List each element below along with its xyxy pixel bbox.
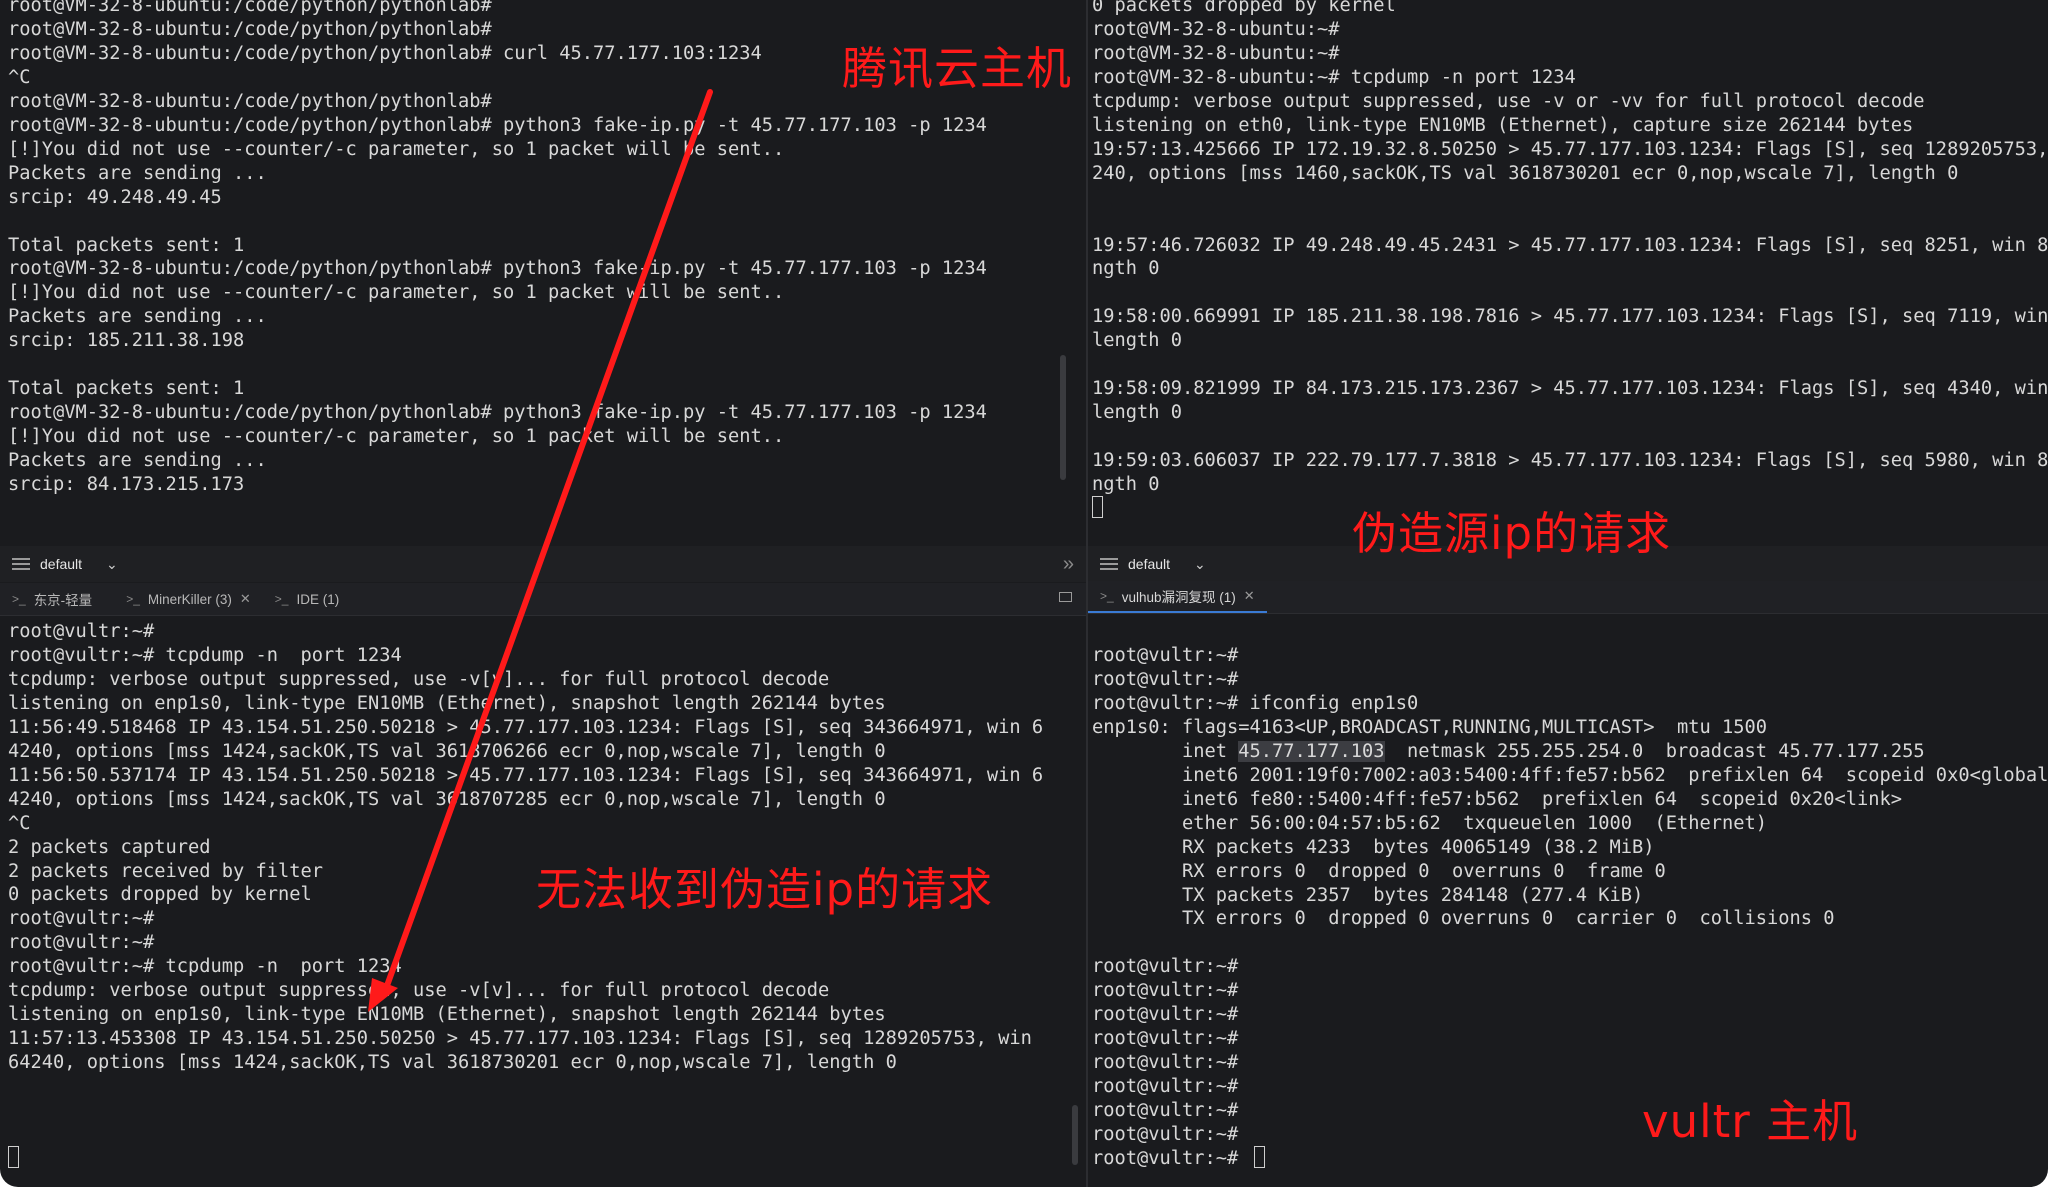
inet-suffix: netmask 255.255.254.0 broadcast 45.77.17… bbox=[1384, 740, 1925, 762]
terminal-bottom-right[interactable]: root@vultr:~# root@vultr:~# root@vultr:~… bbox=[1092, 644, 2048, 1184]
last-prompt: root@vultr:~# bbox=[1092, 1148, 1250, 1170]
close-icon[interactable]: ✕ bbox=[1244, 588, 1255, 604]
tab-ide[interactable]: >_ IDE (1) bbox=[263, 583, 351, 615]
annotation-tencent-host: 腾讯云主机 bbox=[842, 42, 1073, 95]
annotation-vultr-host: vultr 主机 bbox=[1642, 1095, 1859, 1148]
profile-label[interactable]: default bbox=[1128, 556, 1170, 572]
menu-icon[interactable] bbox=[12, 558, 30, 570]
terminal-output: root@vultr:~# root@vultr:~# tcpdump -n p… bbox=[8, 621, 1044, 1074]
terminal-icon: >_ bbox=[1100, 589, 1114, 603]
terminal-icon: >_ bbox=[12, 592, 26, 606]
terminal-cursor bbox=[1092, 496, 1103, 518]
pane-divider[interactable] bbox=[1086, 0, 1088, 1187]
scrollbar[interactable] bbox=[1060, 355, 1066, 480]
close-icon[interactable]: ✕ bbox=[240, 591, 251, 607]
annotation-spoofed-request: 伪造源ip的请求 bbox=[1352, 507, 1672, 560]
tab-bar-right: >_ vulhub漏洞复现 (1) ✕ bbox=[1088, 581, 2048, 614]
chevron-down-icon[interactable]: ⌄ bbox=[1194, 556, 1206, 573]
profile-label[interactable]: default bbox=[40, 556, 82, 572]
terminal-output: root@vultr:~# root@vultr:~# root@vultr:~… bbox=[1092, 645, 2048, 1170]
terminal-cursor bbox=[8, 1146, 19, 1168]
tab-label: IDE (1) bbox=[296, 591, 340, 607]
terminal-bottom-left[interactable]: root@vultr:~# root@vultr:~# tcpdump -n p… bbox=[8, 620, 1078, 1080]
tab-tokyo[interactable]: >_ 东京-轻量 bbox=[0, 583, 104, 615]
tab-vulhub[interactable]: >_ vulhub漏洞复现 (1) ✕ bbox=[1088, 581, 1267, 613]
tab-label: vulhub漏洞复现 (1) bbox=[1121, 590, 1236, 605]
tab-label: 东京-轻量 bbox=[33, 593, 93, 608]
terminal-output: 0 packets dropped by kernel root@VM-32-8… bbox=[1092, 0, 2048, 496]
terminal-cursor bbox=[1254, 1146, 1265, 1168]
profile-bar-left: default ⌄ » bbox=[0, 546, 1086, 582]
chevron-down-icon[interactable]: ⌄ bbox=[106, 556, 118, 573]
split-pane-icon[interactable] bbox=[1059, 592, 1072, 602]
tab-minerkiller[interactable]: >_ MinerKiller (3) ✕ bbox=[114, 583, 263, 615]
terminal-top-right[interactable]: 0 packets dropped by kernel root@VM-32-8… bbox=[1092, 0, 2048, 534]
inet-prefix: inet bbox=[1092, 740, 1239, 762]
annotation-cannot-receive: 无法收到伪造ip的请求 bbox=[536, 863, 994, 916]
terminal-icon: >_ bbox=[274, 592, 289, 606]
scrollbar[interactable] bbox=[1072, 1105, 1078, 1165]
tab-label: MinerKiller (3) bbox=[147, 591, 232, 607]
tab-bar-left: >_ 东京-轻量 >_ MinerKiller (3) ✕ >_ IDE (1) bbox=[0, 583, 1086, 616]
menu-icon[interactable] bbox=[1100, 558, 1118, 570]
expand-icon[interactable]: » bbox=[1063, 553, 1074, 576]
screen: root@VM-32-8-ubuntu:/code/python/pythonl… bbox=[0, 0, 2048, 1187]
terminal-icon: >_ bbox=[126, 592, 140, 606]
inet-ip-highlight: 45.77.177.103 bbox=[1238, 740, 1385, 762]
